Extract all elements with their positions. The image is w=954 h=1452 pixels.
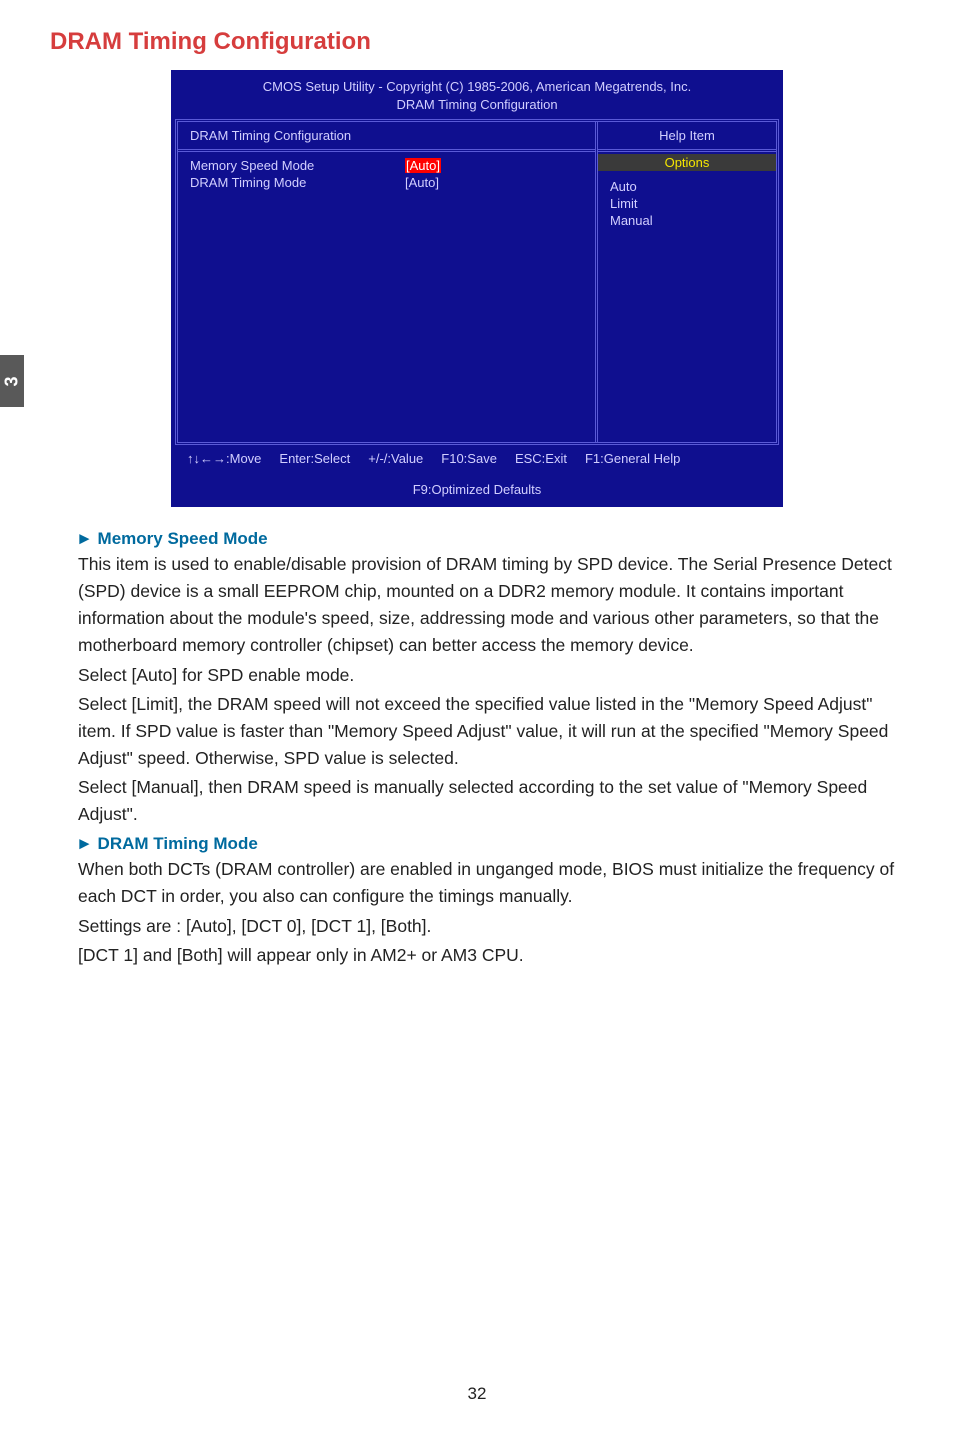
paragraph: Select [Limit], the DRAM speed will not … (78, 691, 898, 772)
chapter-tab-number: 3 (1, 376, 22, 386)
bios-hint-f1: F1:General Help (585, 451, 680, 466)
bios-field-value: [Auto] (405, 175, 439, 190)
chapter-tab: 3 (0, 355, 24, 407)
bios-field-dram-timing-mode[interactable]: DRAM Timing Mode [Auto] (190, 175, 583, 190)
bios-option-limit: Limit (598, 196, 776, 213)
bios-hint-esc: ESC:Exit (515, 451, 567, 466)
bios-hint-enter: Enter:Select (279, 451, 350, 466)
bios-hint-f10: F10:Save (441, 451, 497, 466)
bios-hint-move: ↑↓←→:Move (187, 451, 261, 466)
bios-help-title: Help Item (598, 122, 776, 152)
bios-screenshot: CMOS Setup Utility - Copyright (C) 1985-… (171, 70, 783, 507)
bios-hint-value: +/-/:Value (368, 451, 423, 466)
bios-footer: ↑↓←→:Move Enter:Select +/-/:Value F10:Sa… (171, 445, 783, 507)
page-number: 32 (0, 1384, 954, 1404)
bios-option-manual: Manual (598, 213, 776, 230)
bios-field-label: Memory Speed Mode (190, 158, 405, 173)
paragraph: Select [Auto] for SPD enable mode. (78, 662, 898, 689)
bios-hint-f9: F9:Optimized Defaults (187, 482, 767, 497)
paragraph: When both DCTs (DRAM controller) are ena… (78, 856, 898, 910)
bios-field-value: [Auto] (405, 158, 441, 173)
item-heading-memory-speed-mode: ► Memory Speed Mode (76, 529, 898, 549)
bios-field-label: DRAM Timing Mode (190, 175, 405, 190)
paragraph: Select [Manual], then DRAM speed is manu… (78, 774, 898, 828)
item-heading-dram-timing-mode: ► DRAM Timing Mode (76, 834, 898, 854)
bios-screen-title: DRAM Timing Configuration (181, 96, 773, 114)
paragraph: Settings are : [Auto], [DCT 0], [DCT 1],… (78, 913, 898, 940)
bios-copyright: CMOS Setup Utility - Copyright (C) 1985-… (181, 78, 773, 96)
paragraph: This item is used to enable/disable prov… (78, 551, 898, 660)
bios-field-memory-speed-mode[interactable]: Memory Speed Mode [Auto] (190, 158, 583, 173)
paragraph: [DCT 1] and [Both] will appear only in A… (78, 942, 898, 969)
section-title: DRAM Timing Configuration (50, 28, 904, 56)
bios-left-panel-title: DRAM Timing Configuration (178, 122, 595, 152)
bios-options-header: Options (598, 154, 776, 171)
bios-option-auto: Auto (598, 179, 776, 196)
bios-header: CMOS Setup Utility - Copyright (C) 1985-… (171, 70, 783, 119)
